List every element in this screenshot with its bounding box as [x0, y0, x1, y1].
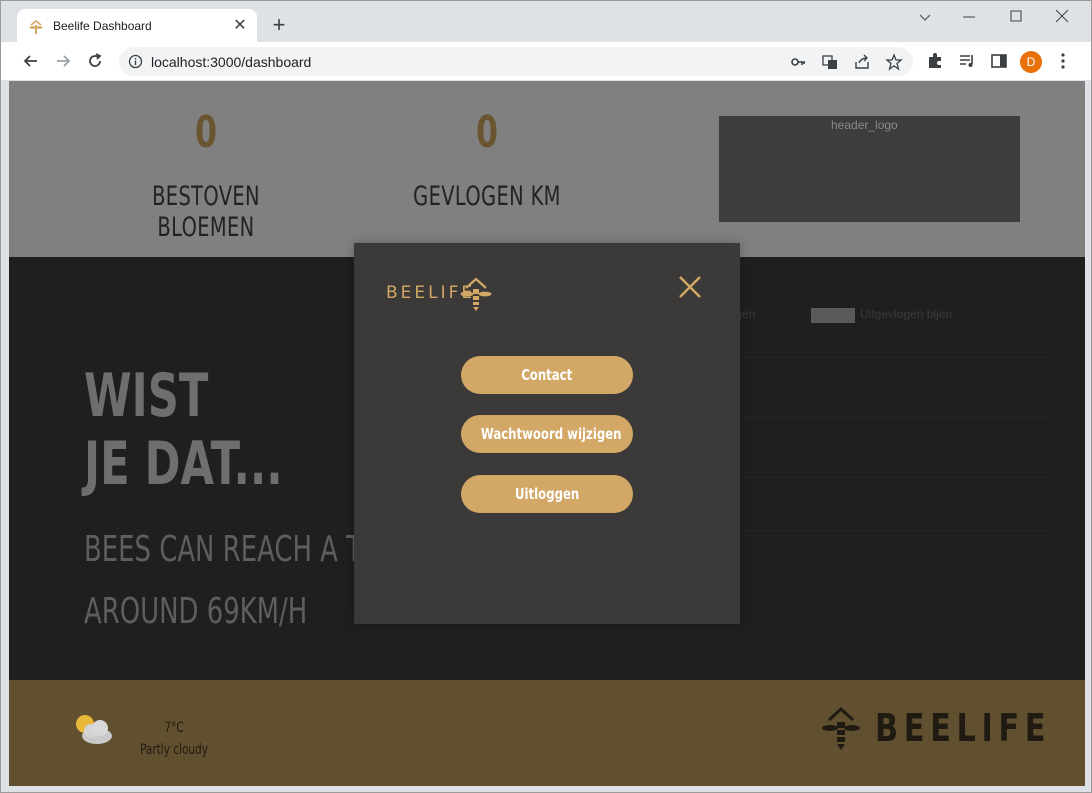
bee-logo-icon: [460, 277, 492, 311]
tab-strip: Beelife Dashboard ✕ +: [1, 1, 1091, 43]
dashboard-page: 0 BESTOVEN BLOEMEN 0 GEVLOGEN KM header_…: [9, 81, 1085, 786]
bee-favicon-icon: [29, 19, 43, 34]
change-password-button[interactable]: Wachtwoord wijzigen: [461, 415, 633, 453]
partly-cloudy-icon: [76, 715, 112, 744]
stats-section: 0 BESTOVEN BLOEMEN 0 GEVLOGEN KM header_…: [9, 81, 1085, 257]
contact-button[interactable]: Contact: [461, 356, 633, 394]
chart-gridline: [709, 477, 1049, 478]
chart-gridline: [709, 417, 1049, 418]
fact-heading: WIST JE DAT...: [84, 362, 283, 498]
footer: 7°C Partly cloudy BEELIFE: [9, 680, 1085, 786]
minimize-icon[interactable]: [957, 7, 981, 27]
chart-gridline: [709, 530, 1049, 531]
tab-title: Beelife Dashboard: [53, 19, 152, 33]
legend-flown-out: Uitgevlogen bijen: [860, 307, 953, 321]
bee-logo-icon: [822, 706, 860, 750]
side-panel-icon[interactable]: [989, 51, 1009, 71]
header-logo-alt-text: header_logo: [831, 118, 898, 132]
pollinated-flowers-count: 0: [194, 107, 218, 158]
weather-temperature: 7°C: [164, 720, 184, 736]
weather-condition: Partly cloudy: [140, 742, 208, 758]
contact-button-label: Contact: [521, 366, 573, 384]
browser-window: Beelife Dashboard ✕ + localhost:3000/das…: [0, 0, 1092, 793]
url-text: localhost:3000/dashboard: [151, 54, 312, 70]
extensions-puzzle-icon[interactable]: [925, 51, 945, 71]
fact-heading-line1: WIST: [84, 361, 209, 431]
maximize-icon[interactable]: [1004, 7, 1028, 27]
menu-modal: BEELIFE Contact Wachtwoord wijzigen Uitl…: [354, 243, 740, 624]
reload-icon[interactable]: [85, 51, 105, 71]
footer-brand: BEELIFE: [875, 706, 1052, 750]
new-tab-icon[interactable]: +: [269, 14, 289, 36]
flown-km-count: 0: [475, 107, 499, 158]
tab-beelife-dashboard[interactable]: Beelife Dashboard ✕: [17, 9, 257, 43]
fact-heading-line2: JE DAT...: [84, 429, 283, 499]
browser-toolbar: localhost:3000/dashboard D: [1, 42, 1091, 80]
close-window-icon[interactable]: [1050, 7, 1074, 27]
bookmark-star-icon[interactable]: [885, 53, 903, 71]
translate-icon[interactable]: [821, 53, 839, 71]
change-password-button-label: Wachtwoord wijzigen: [480, 425, 622, 443]
back-icon[interactable]: [21, 51, 41, 71]
chart-gridline: [709, 357, 1049, 358]
tab-search-icon[interactable]: [913, 7, 937, 27]
media-queue-icon[interactable]: [957, 51, 977, 71]
flown-km-label: GEVLOGEN KM: [413, 181, 561, 212]
address-bar[interactable]: localhost:3000/dashboard: [119, 47, 913, 76]
profile-avatar[interactable]: D: [1020, 51, 1042, 73]
share-icon[interactable]: [853, 53, 871, 71]
legend-swatch: [811, 308, 855, 323]
header-logo-image: header_logo: [719, 116, 1020, 222]
more-menu-icon[interactable]: [1053, 51, 1073, 71]
site-info-icon[interactable]: [128, 54, 143, 69]
pollinated-flowers-label: BESTOVEN BLOEMEN: [152, 181, 260, 243]
logout-button-label: Uitloggen: [514, 485, 580, 503]
logout-button[interactable]: Uitloggen: [461, 475, 633, 513]
forward-icon[interactable]: [53, 51, 73, 71]
password-key-icon[interactable]: [789, 53, 807, 71]
tab-close-icon[interactable]: ✕: [231, 17, 249, 35]
close-icon[interactable]: [677, 274, 703, 300]
